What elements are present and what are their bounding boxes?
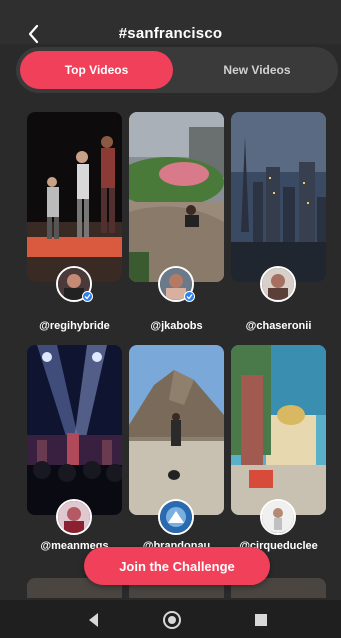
- nav-home-button[interactable]: [162, 610, 182, 630]
- tab-top-videos[interactable]: Top Videos: [20, 51, 173, 89]
- circle-home-icon: [162, 610, 182, 630]
- nav-recents-button[interactable]: [251, 610, 271, 630]
- join-challenge-button[interactable]: Join the Challenge: [84, 547, 270, 585]
- creator-handle[interactable]: @chaseronii: [223, 320, 334, 332]
- video-tabs: Top Videos New Videos: [16, 47, 338, 93]
- verified-badge-icon: [184, 291, 195, 302]
- verified-badge-icon: [82, 291, 93, 302]
- creator-handle[interactable]: @jkabobs: [121, 320, 232, 332]
- creator-handle[interactable]: @regihybride: [19, 320, 130, 332]
- video-thumbnail[interactable]: [231, 112, 326, 282]
- video-grid: @regihybride @jkabobs @chaseronii @meanm…: [0, 100, 341, 598]
- video-thumbnail[interactable]: [129, 345, 224, 515]
- page-title: #sanfrancisco: [118, 25, 223, 42]
- creator-avatar[interactable]: [158, 499, 194, 535]
- system-nav-bar: [0, 600, 341, 638]
- video-thumbnail[interactable]: [27, 345, 122, 515]
- triangle-back-icon: [84, 610, 104, 630]
- creator-avatar[interactable]: [260, 499, 296, 535]
- top-bar: #sanfrancisco: [0, 0, 341, 44]
- tab-new-videos[interactable]: New Videos: [182, 51, 332, 89]
- creator-avatar[interactable]: [56, 499, 92, 535]
- video-thumbnail[interactable]: [129, 112, 224, 282]
- video-thumbnail[interactable]: [27, 112, 122, 282]
- video-thumbnail[interactable]: [231, 345, 326, 515]
- creator-avatar[interactable]: [260, 266, 296, 302]
- square-recents-icon: [251, 610, 271, 630]
- nav-back-button[interactable]: [84, 610, 104, 630]
